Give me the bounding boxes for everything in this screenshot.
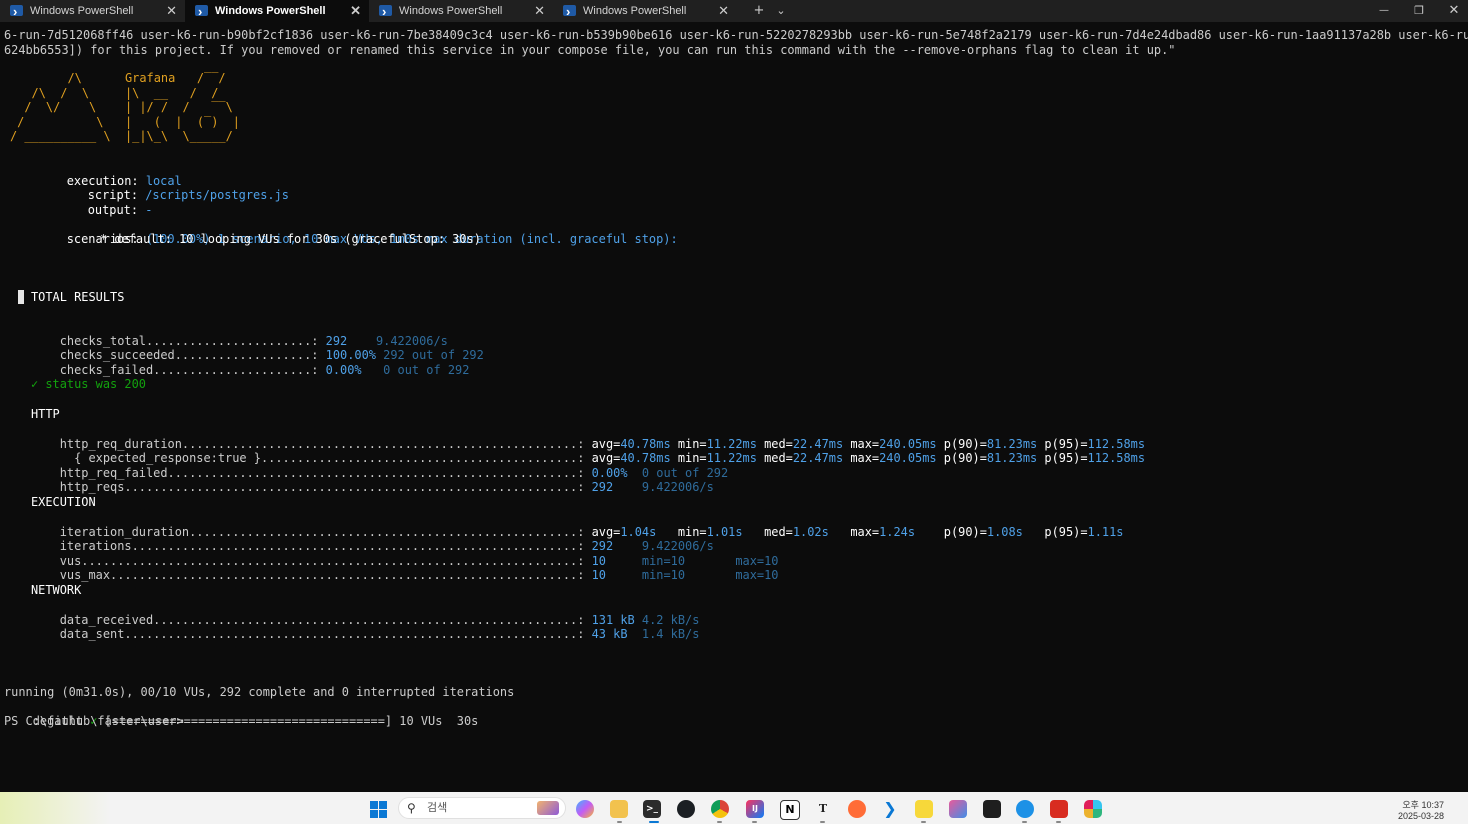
tab-powershell-1[interactable]: Windows PowerShell ✕ [0, 0, 185, 23]
tab-title: Windows PowerShell [583, 5, 687, 17]
iterations-line: iterations..............................… [59, 539, 714, 554]
windows-taskbar: ⚲ 검색 >_ IJ N T ❯ 오후 10:37 2025-03-28 [0, 792, 1468, 824]
taskbar-search-box[interactable]: ⚲ 검색 [398, 797, 566, 819]
k6-logo-line: /\ Grafana /‾‾/ [10, 71, 226, 85]
vus-max-line: vus_max.................................… [59, 568, 779, 583]
tab-powershell-4[interactable]: Windows PowerShell ✕ [553, 0, 737, 23]
shell-prompt[interactable]: PS C:\github\faster\user> [4, 714, 184, 729]
output-line: output: - [87, 202, 153, 217]
http-reqs-line: http_reqs...............................… [59, 480, 714, 495]
widgets-glow [0, 792, 110, 824]
k6-logo-line: / \ | ( | (‾) | [10, 114, 240, 129]
running-indicator [649, 821, 659, 823]
section-marker [18, 290, 24, 304]
tab-powershell-3[interactable]: Windows PowerShell ✕ [369, 0, 553, 23]
k6-logo-line: / \/ \ | |/ / / ‾‾\ [10, 100, 233, 115]
powershell-icon [379, 1, 392, 23]
terminal-output[interactable]: 6-run-7d512068ff46 user-k6-run-b90bf2cf1… [0, 22, 1468, 792]
tab-bar: Windows PowerShell ✕ Windows PowerShell … [0, 0, 1468, 23]
tab-close-icon[interactable]: ✕ [534, 0, 545, 22]
iteration-duration-line: iteration_duration......................… [59, 524, 1124, 539]
github-desktop-icon[interactable] [677, 800, 695, 818]
docker-icon[interactable] [1016, 800, 1034, 818]
powershell-icon [10, 1, 23, 23]
tab-powershell-2[interactable]: Windows PowerShell ✕ [185, 0, 369, 23]
execution-line: execution: local [66, 173, 182, 188]
clock-time[interactable]: 오후 10:37 [1402, 798, 1444, 811]
postman-icon[interactable] [848, 800, 866, 818]
minimize-button[interactable]: — [1372, 0, 1396, 22]
network-section-heading: NETWORK [31, 583, 82, 597]
snipping-tool-icon[interactable] [949, 800, 967, 818]
running-indicator [820, 821, 825, 823]
checks-total-line: checks_total.......................: 292… [59, 333, 448, 348]
intellij-icon[interactable]: IJ [746, 800, 764, 818]
tab-close-icon[interactable]: ✕ [718, 0, 729, 22]
slack-icon[interactable] [1084, 800, 1102, 818]
restore-button[interactable]: ❐ [1407, 0, 1431, 22]
http-req-failed-line: http_req_failed.........................… [59, 465, 729, 480]
status-check-line: ✓ status was 200 [31, 377, 146, 392]
k6-logo-line: / __________ \ |_|\_\ \_____/ [10, 129, 233, 144]
warning-line: 6-run-7d512068ff46 user-k6-run-b90bf2cf1… [4, 28, 1468, 42]
figma-icon[interactable] [983, 800, 1001, 818]
running-indicator [1056, 821, 1061, 823]
redis-icon[interactable] [1050, 800, 1068, 818]
running-indicator [1022, 821, 1027, 823]
search-highlight-icon [537, 801, 559, 815]
running-status-line: running (0m31.0s), 00/10 VUs, 292 comple… [4, 685, 515, 699]
running-indicator [921, 821, 926, 823]
warning-line: 624bb6553]) for this project. If you rem… [4, 42, 1176, 57]
scenarios-line: scenarios: (100.00%) 1 scenario, 10 max … [66, 231, 678, 246]
http-req-duration-line: http_req_duration.......................… [59, 436, 1146, 451]
chrome-icon[interactable] [711, 800, 729, 818]
progress-line: default ✓ [=============================… [32, 714, 479, 729]
new-tab-button[interactable]: + [750, 0, 768, 22]
notion-icon[interactable]: N [780, 800, 800, 820]
expected-response-line: { expected_response:true }..............… [59, 451, 1146, 466]
sticky-notes-icon[interactable] [915, 800, 933, 818]
running-indicator [717, 821, 722, 823]
file-explorer-icon[interactable] [610, 800, 628, 818]
http-section-heading: HTTP [31, 407, 60, 421]
tab-close-icon[interactable]: ✕ [166, 0, 177, 22]
data-received-line: data_received...........................… [59, 612, 700, 627]
running-indicator [752, 821, 757, 823]
tab-close-icon[interactable]: ✕ [350, 0, 361, 22]
vscode-icon[interactable]: ❯ [881, 800, 899, 818]
search-placeholder: 검색 [427, 802, 448, 814]
powershell-icon [195, 1, 208, 23]
running-indicator [617, 821, 622, 823]
search-icon: ⚲ [407, 801, 416, 815]
powershell-icon [563, 1, 576, 23]
typora-icon[interactable]: T [814, 800, 832, 818]
checks-succeeded-line: checks_succeeded...................: 100… [59, 348, 484, 363]
tab-title: Windows PowerShell [215, 5, 326, 17]
tab-dropdown-button[interactable]: ⌄ [772, 0, 790, 22]
tab-title: Windows PowerShell [399, 5, 503, 17]
vus-line: vus.....................................… [59, 553, 779, 568]
copilot-icon[interactable] [576, 800, 594, 818]
checks-failed-line: checks_failed......................: 0.0… [59, 362, 470, 377]
tab-title: Windows PowerShell [30, 5, 134, 17]
terminal-icon[interactable]: >_ [643, 800, 661, 818]
k6-logo-line: /\ / \ |\ __ / / [10, 85, 219, 100]
script-line: script: /scripts/postgres.js [87, 188, 289, 203]
clock-date[interactable]: 2025-03-28 [1398, 811, 1444, 821]
scenario-default-line: * default: 10 looping VUs for 30s (grace… [100, 232, 481, 246]
close-window-button[interactable]: ✕ [1442, 0, 1466, 22]
data-sent-line: data_sent...............................… [59, 627, 700, 642]
execution-section-heading: EXECUTION [31, 495, 96, 509]
total-results-heading: TOTAL RESULTS [31, 290, 125, 304]
start-button[interactable] [370, 801, 387, 818]
